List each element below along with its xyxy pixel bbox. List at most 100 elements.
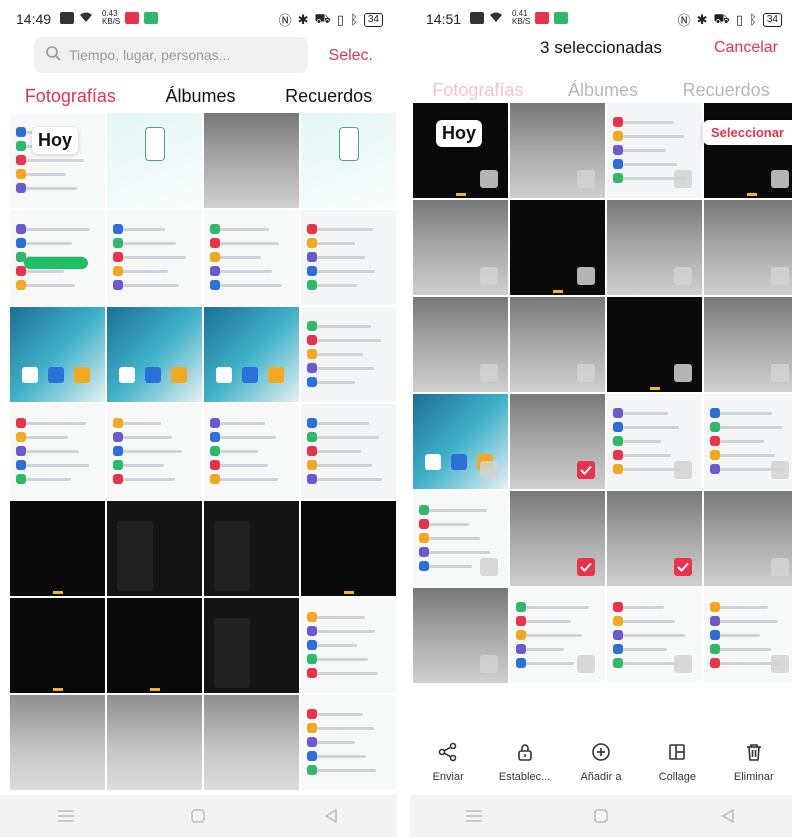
- set-as-button[interactable]: Establec...: [489, 742, 561, 794]
- photo-thumbnail[interactable]: [413, 394, 508, 489]
- selection-checkbox-checked[interactable]: [674, 558, 692, 576]
- photo-thumbnail[interactable]: [510, 103, 605, 198]
- tab-albums[interactable]: Álbumes: [165, 86, 235, 110]
- selection-checkbox[interactable]: [771, 364, 789, 382]
- photo-thumbnail[interactable]: [301, 404, 396, 499]
- photo-thumbnail[interactable]: [204, 404, 299, 499]
- photo-thumbnail[interactable]: [413, 200, 508, 295]
- collage-button[interactable]: Collage: [641, 742, 713, 794]
- photo-thumbnail[interactable]: [10, 501, 105, 596]
- photo-thumbnail[interactable]: [107, 501, 202, 596]
- photo-thumbnail[interactable]: [607, 297, 702, 392]
- menu-nav-button[interactable]: [46, 801, 86, 831]
- selection-checkbox[interactable]: [480, 170, 498, 188]
- selection-checkbox[interactable]: [480, 267, 498, 285]
- collage-label: Collage: [658, 771, 697, 783]
- selection-checkbox[interactable]: [674, 461, 692, 479]
- selection-checkbox[interactable]: [480, 461, 498, 479]
- selection-checkbox[interactable]: [577, 267, 595, 285]
- screenshot-text-line: [113, 256, 187, 259]
- tab-memories[interactable]: Recuerdos: [285, 86, 372, 110]
- home-nav-button[interactable]: [581, 801, 621, 831]
- menu-nav-button[interactable]: [454, 801, 494, 831]
- photo-thumbnail[interactable]: [204, 210, 299, 305]
- photo-thumbnail[interactable]: [704, 103, 792, 198]
- photo-thumbnail[interactable]: [301, 695, 396, 790]
- selection-checkbox[interactable]: [771, 267, 789, 285]
- photo-thumbnail[interactable]: [204, 113, 299, 208]
- selection-checkbox[interactable]: [480, 558, 498, 576]
- photo-thumbnail[interactable]: [301, 210, 396, 305]
- photo-thumbnail[interactable]: [10, 598, 105, 693]
- photo-thumbnail[interactable]: [204, 501, 299, 596]
- photo-thumbnail[interactable]: [204, 598, 299, 693]
- selection-checkbox[interactable]: [480, 364, 498, 382]
- selection-checkbox-checked[interactable]: [577, 558, 595, 576]
- back-nav-button[interactable]: [708, 801, 748, 831]
- photo-thumbnail[interactable]: [510, 491, 605, 586]
- selection-checkbox[interactable]: [674, 364, 692, 382]
- photo-thumbnail[interactable]: [413, 491, 508, 586]
- photo-thumbnail[interactable]: [510, 297, 605, 392]
- selection-checkbox[interactable]: [674, 170, 692, 188]
- selection-checkbox[interactable]: [771, 558, 789, 576]
- screenshot-text-line: [210, 478, 279, 481]
- photo-thumbnail[interactable]: [607, 588, 702, 683]
- photo-thumbnail[interactable]: [204, 695, 299, 790]
- photo-thumbnail[interactable]: [10, 210, 105, 305]
- photo-thumbnail[interactable]: [204, 307, 299, 402]
- selection-checkbox[interactable]: [771, 461, 789, 479]
- photo-thumbnail[interactable]: [107, 113, 202, 208]
- camera-shutter-mark: [650, 387, 660, 390]
- photo-thumbnail[interactable]: [607, 103, 702, 198]
- photo-thumbnail[interactable]: [107, 307, 202, 402]
- photo-thumbnail[interactable]: [301, 598, 396, 693]
- photo-thumbnail[interactable]: [10, 404, 105, 499]
- add-to-button[interactable]: Añadir a: [565, 742, 637, 794]
- photo-thumbnail[interactable]: [704, 200, 792, 295]
- camera-shutter-mark: [456, 193, 466, 196]
- photo-thumbnail[interactable]: [413, 297, 508, 392]
- car-icon: ⛟: [713, 10, 730, 26]
- photo-thumbnail[interactable]: [301, 501, 396, 596]
- photo-thumbnail[interactable]: [607, 491, 702, 586]
- selection-checkbox[interactable]: [577, 655, 595, 673]
- photo-thumbnail[interactable]: [301, 307, 396, 402]
- selection-checkbox[interactable]: [480, 655, 498, 673]
- photo-thumbnail[interactable]: [107, 210, 202, 305]
- photo-thumbnail[interactable]: [107, 598, 202, 693]
- search-input[interactable]: Tiempo, lugar, personas...: [34, 37, 308, 73]
- photo-thumbnail[interactable]: [510, 588, 605, 683]
- select-group-button[interactable]: Seleccionar: [703, 120, 792, 145]
- photo-thumbnail[interactable]: [704, 394, 792, 489]
- back-nav-button[interactable]: [311, 801, 351, 831]
- selection-checkbox[interactable]: [674, 267, 692, 285]
- app-icon: [613, 464, 623, 474]
- photo-thumbnail[interactable]: [10, 695, 105, 790]
- photo-thumbnail[interactable]: [704, 297, 792, 392]
- delete-button[interactable]: Eliminar: [718, 742, 790, 794]
- photo-thumbnail[interactable]: [510, 200, 605, 295]
- photo-thumbnail[interactable]: [607, 394, 702, 489]
- selection-checkbox[interactable]: [771, 170, 789, 188]
- photo-thumbnail[interactable]: [704, 491, 792, 586]
- photo-thumbnail[interactable]: [107, 695, 202, 790]
- cancel-button[interactable]: Cancelar: [714, 39, 778, 57]
- selection-checkbox[interactable]: [577, 364, 595, 382]
- photo-thumbnail[interactable]: [10, 307, 105, 402]
- photo-thumbnail[interactable]: [301, 113, 396, 208]
- selection-checkbox[interactable]: [577, 170, 595, 188]
- send-button[interactable]: Enviar: [412, 742, 484, 794]
- selection-checkbox[interactable]: [674, 655, 692, 673]
- tab-photos[interactable]: Fotografías: [25, 86, 116, 110]
- selection-checkbox-checked[interactable]: [577, 461, 595, 479]
- select-button[interactable]: Selec.: [329, 47, 373, 65]
- photo-thumbnail[interactable]: [413, 103, 508, 198]
- home-nav-button[interactable]: [178, 801, 218, 831]
- selection-checkbox[interactable]: [771, 655, 789, 673]
- photo-thumbnail[interactable]: [413, 588, 508, 683]
- photo-thumbnail[interactable]: [607, 200, 702, 295]
- photo-thumbnail[interactable]: [704, 588, 792, 683]
- photo-thumbnail[interactable]: [510, 394, 605, 489]
- photo-thumbnail[interactable]: [107, 404, 202, 499]
